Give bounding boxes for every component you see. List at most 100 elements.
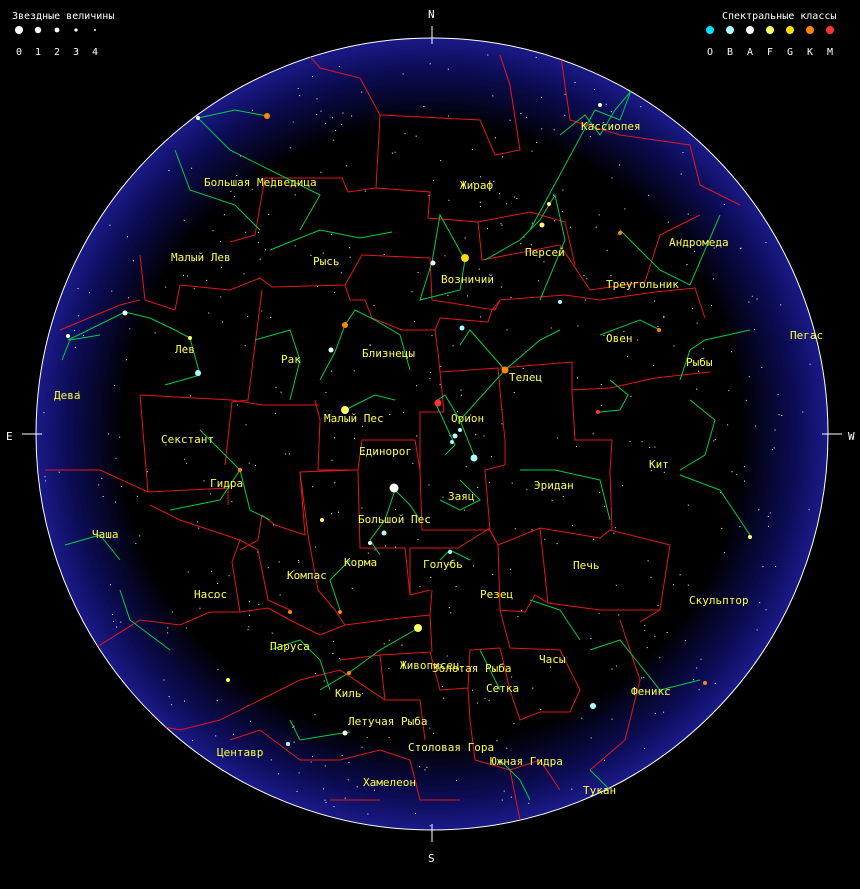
bright-star: [381, 530, 387, 536]
faint-star: [714, 682, 716, 684]
faint-star: [463, 509, 465, 511]
constellation-label: Малый Пес: [324, 412, 384, 425]
faint-star: [536, 142, 538, 144]
faint-star: [562, 495, 564, 497]
faint-star: [654, 446, 656, 448]
faint-star: [183, 219, 185, 221]
faint-star: [532, 687, 534, 689]
constellation-label: Насос: [194, 588, 227, 601]
faint-star: [673, 584, 675, 586]
faint-star: [395, 508, 397, 510]
faint-star: [644, 630, 646, 632]
faint-star: [429, 825, 431, 827]
faint-star: [250, 720, 251, 722]
faint-star: [600, 384, 602, 386]
bright-star: [459, 325, 465, 331]
faint-star: [171, 704, 172, 706]
faint-star: [245, 424, 247, 426]
faint-star: [446, 655, 448, 657]
faint-star: [561, 211, 563, 213]
faint-star: [354, 437, 355, 439]
faint-star: [724, 552, 726, 554]
faint-star: [630, 395, 632, 397]
faint-star: [663, 315, 665, 317]
faint-star: [441, 686, 443, 687]
faint-star: [510, 796, 512, 798]
faint-star: [233, 733, 235, 735]
faint-star: [223, 214, 225, 216]
north-label: N: [428, 8, 435, 21]
faint-star: [212, 230, 214, 232]
constellation-label: Большой Пес: [358, 513, 431, 526]
magnitude-label: 0: [16, 47, 22, 58]
bright-star: [195, 370, 201, 376]
faint-star: [686, 264, 688, 265]
faint-star: [341, 124, 343, 125]
faint-star: [531, 150, 533, 152]
spectral-dot-b: [726, 26, 734, 34]
faint-star: [480, 316, 482, 318]
faint-star: [590, 737, 592, 739]
faint-star: [649, 446, 651, 448]
faint-star: [509, 119, 511, 121]
faint-star: [696, 667, 698, 669]
faint-star: [108, 433, 110, 435]
faint-star: [509, 568, 511, 570]
faint-star: [288, 453, 290, 455]
constellation-label: Тукан: [583, 784, 616, 797]
faint-star: [751, 295, 753, 297]
faint-star: [391, 152, 393, 154]
spectral-legend: OBAFGKM: [706, 26, 834, 58]
faint-star: [540, 709, 542, 711]
faint-star: [331, 370, 333, 372]
faint-star: [44, 480, 46, 482]
bright-star: [122, 310, 128, 316]
faint-star: [659, 657, 661, 659]
faint-star: [663, 711, 665, 713]
faint-star: [119, 436, 121, 438]
faint-star: [809, 363, 811, 365]
faint-star: [374, 549, 376, 551]
faint-star: [477, 486, 479, 488]
faint-star: [299, 95, 301, 97]
faint-star: [570, 226, 571, 228]
spectral-dot-a: [746, 26, 754, 34]
faint-star: [325, 392, 327, 393]
faint-star: [109, 584, 111, 586]
faint-star: [217, 669, 219, 671]
faint-star: [324, 799, 326, 801]
faint-star: [615, 665, 617, 667]
bright-star: [618, 231, 622, 235]
constellation-label: Андромеда: [669, 236, 729, 249]
faint-star: [270, 316, 272, 318]
faint-star: [501, 286, 503, 288]
faint-star: [128, 297, 130, 299]
faint-star: [448, 607, 450, 609]
faint-star: [713, 278, 714, 280]
magnitude-label: 4: [92, 47, 98, 58]
faint-star: [126, 359, 127, 361]
faint-star: [501, 423, 503, 425]
faint-star: [297, 88, 299, 90]
faint-star: [245, 231, 247, 233]
faint-star: [692, 308, 693, 310]
faint-star: [312, 486, 314, 488]
faint-star: [208, 312, 210, 314]
faint-star: [553, 129, 555, 131]
east-label: E: [6, 430, 13, 443]
bright-star: [470, 454, 478, 462]
faint-star: [619, 164, 620, 166]
constellation-label: Овен: [606, 332, 633, 345]
faint-star: [274, 413, 276, 414]
faint-star: [366, 737, 368, 739]
faint-star: [254, 464, 256, 466]
bright-star: [539, 222, 545, 228]
faint-star: [526, 116, 528, 118]
faint-star: [345, 165, 347, 167]
faint-star: [479, 201, 481, 203]
faint-star: [506, 203, 507, 205]
faint-star: [428, 484, 430, 486]
faint-star: [423, 106, 425, 107]
spectral-label: K: [807, 47, 813, 58]
faint-star: [769, 512, 771, 514]
